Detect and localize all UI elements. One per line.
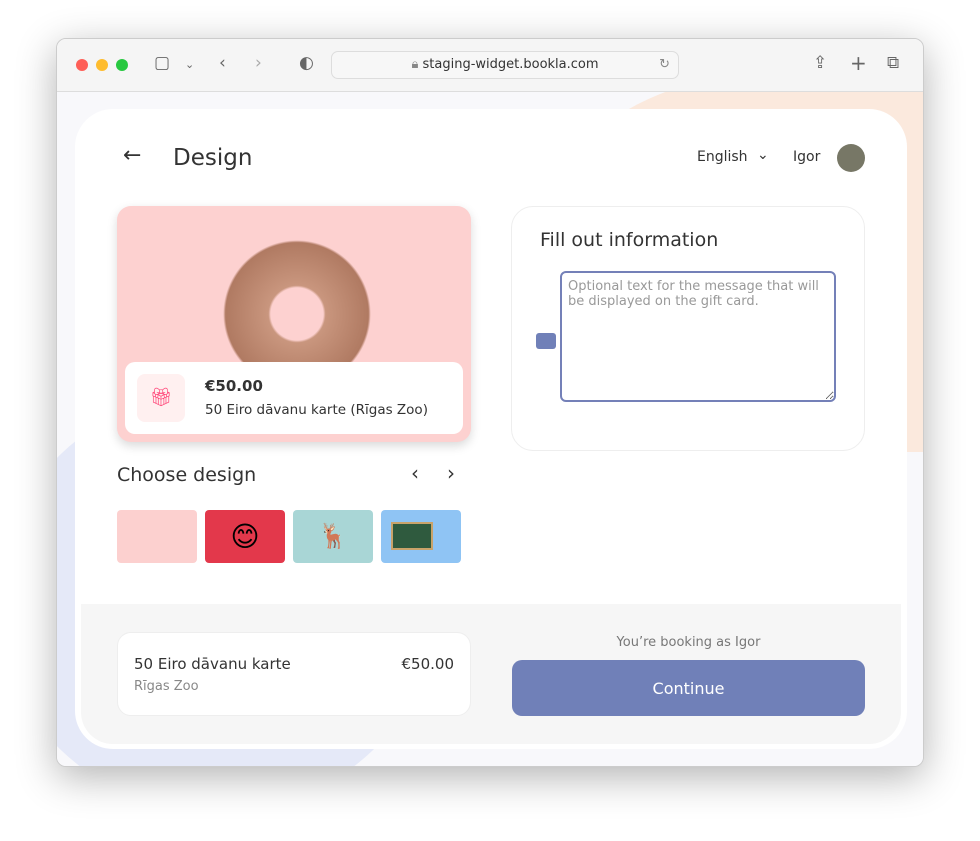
sidebar-icon[interactable]: ▢ [154, 53, 170, 73]
design-thumb-smiley-hearts[interactable]: 😊 [205, 510, 285, 563]
card-name: 50 Eiro dāvanu karte (Rīgas Zoo) [205, 402, 428, 418]
gift-icon: 🎁︎ [137, 374, 185, 422]
booking-as-text: You’re booking as Igor [616, 635, 761, 650]
close-button[interactable] [76, 59, 88, 71]
share-icon[interactable]: ⇪ [813, 53, 827, 73]
information-form: Fill out information [511, 206, 865, 451]
chevron-down-icon[interactable]: ⌄ [757, 147, 769, 163]
choose-design-title: Choose design [117, 464, 257, 486]
url-text: staging-widget.bookla.com [422, 57, 599, 72]
summary-price: €50.00 [401, 655, 455, 673]
design-thumb-reindeer[interactable]: 🦌 [293, 510, 373, 563]
reload-icon[interactable]: ↻ [659, 52, 670, 78]
toolbar: ▢ ⌄ ‹ › ◐ 🔒︎ staging-widget.bookla.com ↻ … [57, 39, 923, 92]
next-design-button[interactable]: › [447, 461, 455, 485]
browser-window: ▢ ⌄ ‹ › ◐ 🔒︎ staging-widget.bookla.com ↻ … [56, 38, 924, 767]
lock-icon: 🔒︎ [411, 57, 423, 72]
gift-card-preview: 🎁︎ €50.00 50 Eiro dāvanu karte (Rīgas Zo… [117, 206, 471, 442]
message-icon [536, 333, 556, 349]
order-summary: 50 Eiro dāvanu karte €50.00 Rīgas Zoo [117, 632, 471, 716]
hands-heart-image [207, 236, 387, 366]
message-input[interactable] [560, 271, 836, 402]
booking-footer: 50 Eiro dāvanu karte €50.00 Rīgas Zoo Yo… [81, 604, 901, 744]
tabs-icon[interactable]: ⧉ [887, 53, 899, 73]
address-bar[interactable]: 🔒︎ staging-widget.bookla.com ↻ [331, 51, 679, 79]
widget-card: ← Design English ⌄ Igor 🎁︎ €50.00 50 Eir… [77, 111, 905, 747]
forward-icon[interactable]: › [255, 53, 262, 73]
summary-venue: Rīgas Zoo [134, 679, 199, 694]
language-select[interactable]: English [697, 149, 748, 165]
design-thumb-teacher[interactable] [381, 510, 461, 563]
back-icon[interactable]: ‹ [219, 53, 226, 73]
zoom-button[interactable] [116, 59, 128, 71]
prev-design-button[interactable]: ‹ [411, 461, 419, 485]
summary-product: 50 Eiro dāvanu karte [134, 655, 291, 673]
card-info: 🎁︎ €50.00 50 Eiro dāvanu karte (Rīgas Zo… [125, 362, 463, 434]
design-thumb-hands-heart[interactable] [117, 510, 197, 563]
card-price: €50.00 [205, 377, 263, 395]
form-title: Fill out information [540, 229, 719, 251]
avatar[interactable] [837, 144, 865, 172]
minimize-button[interactable] [96, 59, 108, 71]
chevron-down-icon[interactable]: ⌄ [185, 58, 194, 71]
continue-button[interactable]: Continue [512, 660, 865, 716]
page-title: Design [173, 145, 253, 171]
user-name[interactable]: Igor [793, 149, 820, 165]
new-tab-icon[interactable]: + [850, 51, 867, 75]
shield-icon[interactable]: ◐ [299, 53, 314, 73]
back-arrow-icon[interactable]: ← [123, 143, 141, 168]
